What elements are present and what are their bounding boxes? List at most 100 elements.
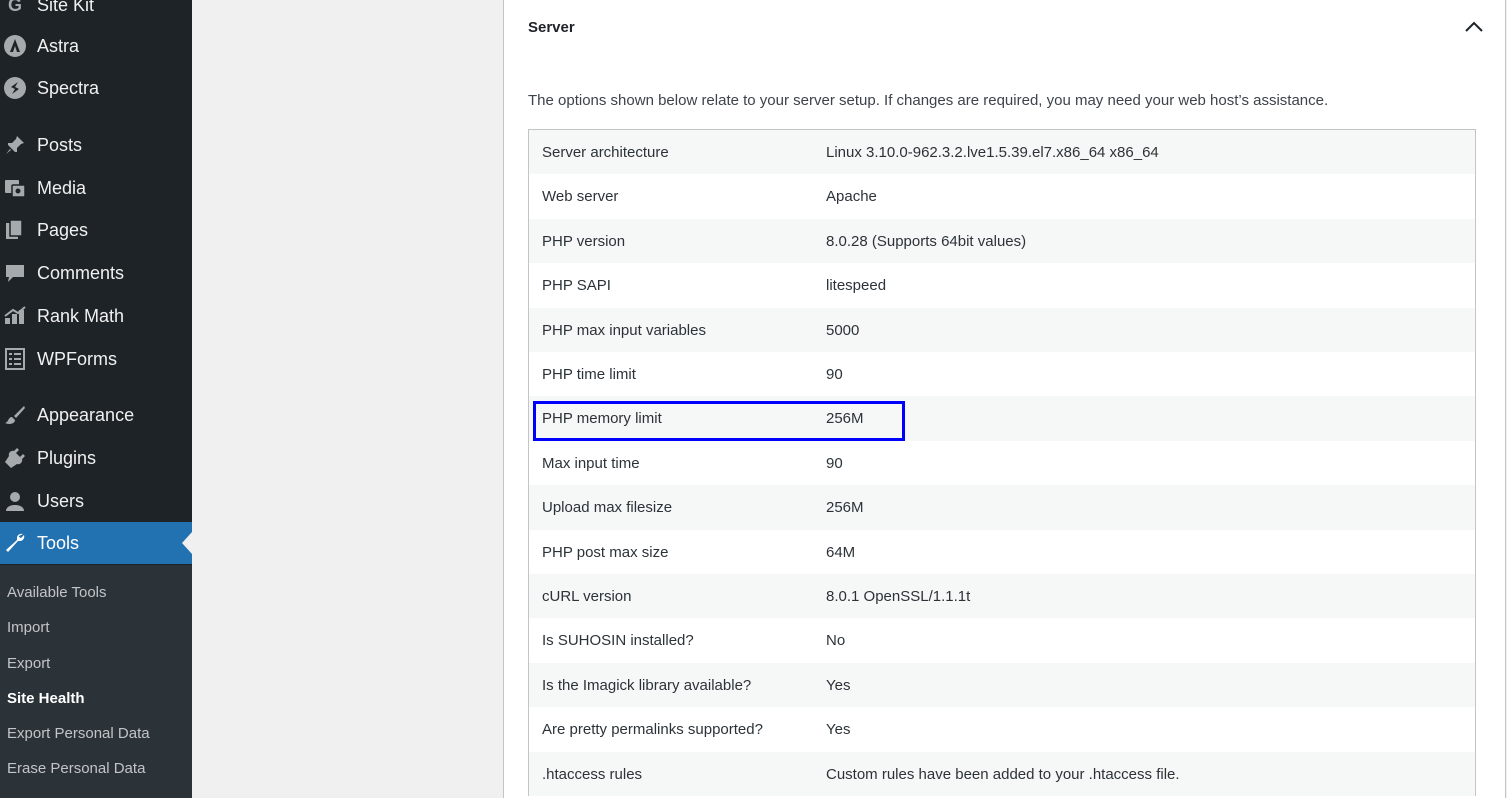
menu-label: Rank Math [37,305,125,326]
spectra-icon [2,75,28,101]
menu-label: Tools [37,532,80,553]
table-row: Upload max filesize 256M [529,485,1475,530]
active-indicator [182,532,192,554]
table-row: Web server Apache [529,174,1475,218]
table-row: Server architecture Linux 3.10.0-962.3.2… [529,130,1475,175]
table-row: Are pretty permalinks supported? Yes [529,707,1475,751]
menu-label: WPForms [37,348,117,369]
row-label: cURL version [542,588,632,605]
menu-label: Users [37,490,85,511]
row-label: PHP time limit [542,366,636,383]
submenu-item-export-personal-data[interactable]: Export Personal Data [7,725,150,742]
row-label: Server architecture [542,144,669,161]
menu-label: Plugins [37,447,97,468]
submenu-item-export[interactable]: Export [7,655,50,672]
tools-submenu: Available Tools Import Export Site Healt… [0,565,192,798]
submenu-item-import[interactable]: Import [7,619,50,636]
row-label: Max input time [542,454,640,472]
brush-icon [2,402,28,428]
menu-label: Media [37,177,87,198]
menu-item-rank-math[interactable]: Rank Math [0,295,192,337]
table-row: .htaccess rules Custom rules have been a… [529,751,1475,796]
user-icon [2,488,28,514]
row-label: Are pretty permalinks supported? [542,721,763,739]
row-value: 256M [826,499,864,517]
server-info-panel: Server The options shown below relate to… [503,0,1506,798]
table-row: Is SUHOSIN installed? No [529,618,1475,662]
row-label: PHP version [542,232,626,250]
table-row: Is the Imagick library available? Yes [529,662,1475,708]
submenu-item-site-health[interactable]: Site Health [7,690,85,707]
panel-description: The options shown below relate to your s… [528,92,1329,109]
row-value: Custom rules have been added to your .ht… [826,765,1180,783]
table-row: PHP SAPI litespeed [529,263,1475,307]
row-value: 5000 [826,321,860,339]
menu-item-media[interactable]: Media [0,167,192,209]
table-row: PHP version 8.0.28 (Supports 64bit value… [529,218,1475,264]
table-row: PHP post max size 64M [529,530,1475,574]
wrench-icon [2,530,28,556]
submenu-item-available-tools[interactable]: Available Tools [7,584,107,601]
table-row: PHP time limit 90 [529,352,1475,396]
menu-item-posts[interactable]: Posts [0,124,192,166]
menu-item-pages[interactable]: Pages [0,209,192,251]
row-label: .htaccess rules [542,765,643,783]
row-value: 90 [826,454,843,472]
wpforms-icon [2,346,28,372]
comment-icon [2,260,28,286]
menu-label: Site Kit [37,0,95,15]
panel-title: Server [528,19,575,36]
sitekit-icon: G [2,0,28,18]
submenu-item-erase-personal-data[interactable]: Erase Personal Data [7,760,145,777]
pin-icon [2,132,28,158]
plugin-icon [2,445,28,471]
menu-label: Posts [37,134,83,155]
row-label: PHP memory limit [542,410,662,428]
chevron-up-icon [1465,21,1483,32]
row-value: 256M [826,410,864,428]
menu-item-users[interactable]: Users [0,480,192,522]
menu-label: Pages [37,219,89,240]
row-value: Apache [826,188,877,206]
menu-label: Comments [37,262,125,283]
row-label: Upload max filesize [542,499,673,517]
row-value: 64M [826,543,856,561]
table-row: PHP max input variables 5000 [529,307,1475,352]
menu-item-spectra[interactable]: Spectra [0,67,192,109]
menu-item-astra[interactable]: Astra [0,25,192,67]
menu-item-tools[interactable]: Tools [0,522,192,564]
row-label: Is SUHOSIN installed? [542,632,694,650]
row-label: PHP SAPI [542,277,611,295]
pages-icon [2,217,28,243]
rankmath-icon [2,303,28,329]
menu-item-plugins[interactable]: Plugins [0,437,192,479]
row-label: PHP post max size [542,543,669,561]
media-icon [2,175,28,201]
svg-text:G: G [8,0,22,15]
menu-label: Spectra [37,77,100,98]
table-row: Max input time 90 [529,441,1475,485]
menu-item-appearance[interactable]: Appearance [0,394,192,436]
table-row: cURL version 8.0.1 OpenSSL/1.1.1t [529,574,1475,619]
row-value: Yes [826,676,851,694]
menu-item-wpforms[interactable]: WPForms [0,338,192,380]
row-value: No [826,632,846,650]
row-label: PHP max input variables [542,321,706,339]
menu-label: Appearance [37,404,135,425]
row-label: Is the Imagick library available? [542,676,752,694]
table-row: PHP memory limit 256M [529,396,1475,441]
astra-icon [2,33,28,59]
menu-item-site-kit[interactable]: G Site Kit [0,0,192,26]
row-value: Linux 3.10.0-962.3.2.lve1.5.39.el7.x86_6… [826,144,1159,161]
server-info-table: Server architecture Linux 3.10.0-962.3.2… [528,129,1476,796]
row-label: Web server [542,188,619,206]
row-value: Yes [826,721,851,739]
row-value: 8.0.1 OpenSSL/1.1.1t [826,588,971,605]
menu-item-comments[interactable]: Comments [0,252,192,294]
row-value: 8.0.28 (Supports 64bit values) [826,232,1027,250]
row-value: litespeed [826,277,887,295]
admin-sidebar: G Site Kit Astra Spectra Posts Media Pag… [0,0,192,798]
collapse-button[interactable] [1461,14,1487,40]
menu-label: Astra [37,35,80,56]
row-value: 90 [826,366,843,383]
